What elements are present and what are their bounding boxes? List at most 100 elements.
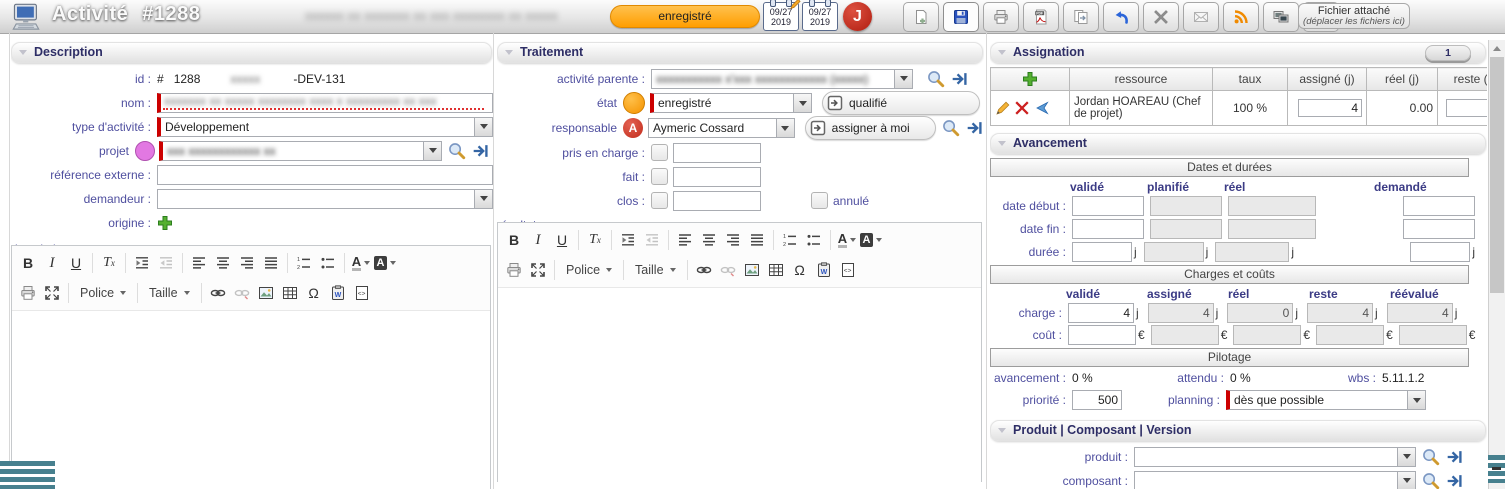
duree-demande-input[interactable] <box>1410 242 1470 262</box>
duree-valide-input[interactable] <box>1072 242 1132 262</box>
scrollbar-thumb[interactable] <box>1490 57 1504 293</box>
projet-search-icon[interactable] <box>448 142 466 160</box>
date-debut-valide-input[interactable] <box>1072 196 1144 216</box>
background-color-button[interactable]: A <box>373 250 397 276</box>
resultat-editor[interactable]: B I U Tx A A Police Taille <box>497 222 982 482</box>
italic-button[interactable]: I <box>40 250 64 276</box>
date-fin-valide-input[interactable] <box>1072 219 1144 239</box>
save-button[interactable] <box>943 2 979 32</box>
link-button[interactable] <box>206 280 230 306</box>
bullet-list-button[interactable] <box>802 227 826 253</box>
print-button[interactable] <box>983 2 1019 32</box>
produit-goto-icon[interactable] <box>1446 448 1464 466</box>
pris-en-charge-checkbox[interactable] <box>651 144 668 161</box>
etat-select[interactable]: enregistré <box>650 93 812 113</box>
unlink-button[interactable] <box>716 257 740 283</box>
attach-file-button[interactable]: Fichier attaché (déplacer les fichiers i… <box>1298 3 1410 29</box>
activite-parente-select[interactable]: xxxxxxxxxxx x'xxx xxxxxxxxxxxx (xxxxx) <box>651 69 913 89</box>
left-days-input[interactable] <box>1446 99 1487 117</box>
user-avatar-badge[interactable]: J <box>843 2 872 31</box>
responsable-search-icon[interactable] <box>942 119 960 137</box>
vertical-scrollbar[interactable] <box>1488 40 1505 489</box>
align-justify-button[interactable] <box>259 250 283 276</box>
scrollbar-up-arrow-icon[interactable] <box>1489 40 1505 56</box>
annule-checkbox[interactable] <box>811 192 828 209</box>
composant-goto-icon[interactable] <box>1446 472 1464 489</box>
demandeur-select[interactable] <box>157 189 493 209</box>
print-doc-button[interactable] <box>502 257 526 283</box>
maximize-button[interactable] <box>526 257 550 283</box>
align-right-button[interactable] <box>235 250 259 276</box>
special-char-button[interactable]: Ω <box>788 257 812 283</box>
align-left-button[interactable] <box>673 227 697 253</box>
clos-date-input[interactable] <box>673 191 761 211</box>
indent-button[interactable] <box>130 250 154 276</box>
background-color-button[interactable]: A <box>859 227 883 253</box>
paste-word-button[interactable] <box>326 280 350 306</box>
size-dropdown[interactable]: Taille <box>142 280 197 306</box>
remove-format-button[interactable]: Tx <box>583 227 607 253</box>
align-right-button[interactable] <box>721 227 745 253</box>
projet-select[interactable]: xxx xxxxxxxxxxxx xx <box>159 141 442 161</box>
delete-button[interactable] <box>1143 2 1179 32</box>
bold-button[interactable]: B <box>502 227 526 253</box>
composant-select[interactable] <box>1134 471 1416 489</box>
size-dropdown[interactable]: Taille <box>628 257 683 283</box>
description-editor-body[interactable] <box>12 311 490 489</box>
parente-goto-icon[interactable] <box>951 70 969 88</box>
pdf-export-button[interactable] <box>1023 2 1059 32</box>
assigned-days-input[interactable] <box>1298 99 1362 117</box>
end-date-calendar-icon[interactable]: 09/27 2019 <box>802 2 838 31</box>
outdent-button[interactable] <box>640 227 664 253</box>
resultat-editor-body[interactable] <box>498 288 981 489</box>
add-assignment-icon[interactable] <box>1022 71 1038 87</box>
align-justify-button[interactable] <box>745 227 769 253</box>
start-date-calendar-icon[interactable]: 09/27 2019 <box>763 2 799 31</box>
underline-button[interactable]: U <box>550 227 574 253</box>
section-header-traitement[interactable]: Traitement <box>497 42 983 63</box>
responsable-goto-icon[interactable] <box>966 119 984 137</box>
fait-checkbox[interactable] <box>651 168 668 185</box>
planning-select[interactable]: dès que possible <box>1226 390 1426 410</box>
table-button[interactable] <box>764 257 788 283</box>
section-header-description[interactable]: Description <box>11 42 492 63</box>
clos-checkbox[interactable] <box>651 192 668 209</box>
priorite-input[interactable] <box>1072 390 1122 410</box>
underline-button[interactable]: U <box>64 250 88 276</box>
align-center-button[interactable] <box>211 250 235 276</box>
parente-search-icon[interactable] <box>927 70 945 88</box>
description-editor[interactable]: B I U Tx A A Police Taille <box>11 245 491 489</box>
date-fin-demande-input[interactable] <box>1403 219 1475 239</box>
checklist-screens-button[interactable] <box>1263 2 1299 32</box>
produit-search-icon[interactable] <box>1422 448 1440 466</box>
text-color-button[interactable]: A <box>835 227 859 253</box>
table-button[interactable] <box>278 280 302 306</box>
type-activite-select[interactable]: Développement <box>157 117 493 137</box>
align-left-button[interactable] <box>187 250 211 276</box>
delete-assignment-icon[interactable] <box>1014 100 1030 116</box>
nom-input[interactable]: xxxxxxx xx xxxxx xxxxxxxx xxxx x xxxxxxx… <box>157 93 493 113</box>
italic-button[interactable]: I <box>526 227 550 253</box>
print-doc-button[interactable] <box>16 280 40 306</box>
responsable-select[interactable]: Aymeric Cossard <box>648 118 795 138</box>
special-char-button[interactable]: Ω <box>302 280 326 306</box>
rss-subscribe-button[interactable] <box>1223 2 1259 32</box>
unlink-button[interactable] <box>230 280 254 306</box>
bold-button[interactable]: B <box>16 250 40 276</box>
projet-goto-icon[interactable] <box>472 142 490 160</box>
composant-search-icon[interactable] <box>1422 472 1440 489</box>
section-header-avancement[interactable]: Avancement <box>990 133 1486 154</box>
bottom-right-resize-handle[interactable] <box>1488 455 1505 483</box>
font-dropdown[interactable]: Police <box>559 257 619 283</box>
section-header-assignation[interactable]: Assignation 1 <box>990 42 1486 63</box>
pris-en-charge-date-input[interactable] <box>673 143 761 163</box>
bullet-list-button[interactable] <box>316 250 340 276</box>
add-origine-icon[interactable] <box>157 215 173 231</box>
reference-externe-input[interactable] <box>157 165 493 185</box>
image-button[interactable] <box>254 280 278 306</box>
ordered-list-button[interactable] <box>292 250 316 276</box>
paste-word-button[interactable] <box>812 257 836 283</box>
share-assignment-icon[interactable] <box>1034 100 1050 116</box>
outdent-button[interactable] <box>154 250 178 276</box>
text-color-button[interactable]: A <box>349 250 373 276</box>
